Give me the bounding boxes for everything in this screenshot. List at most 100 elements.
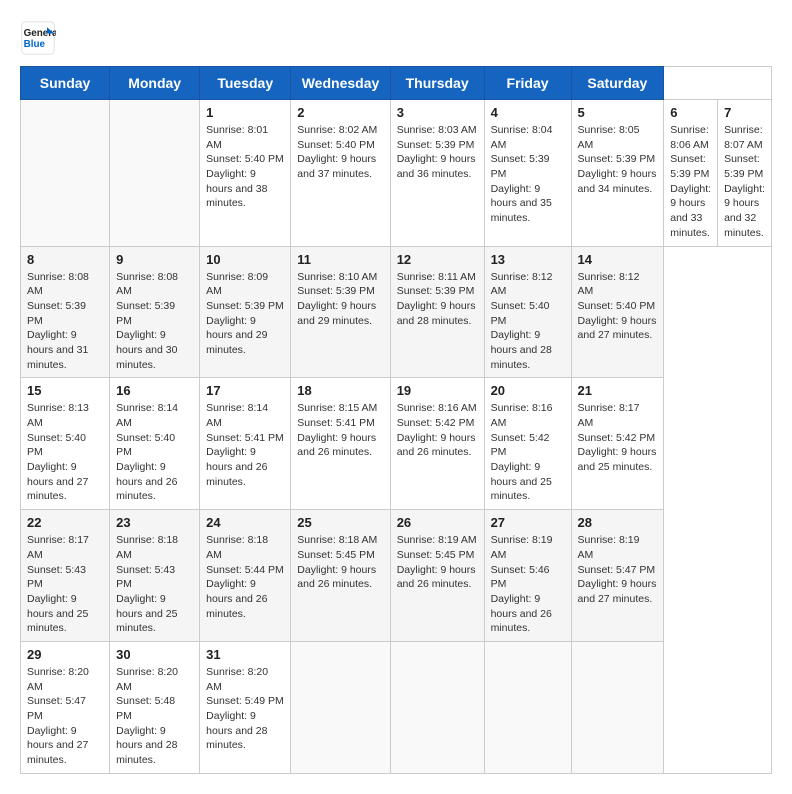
- day-number: 5: [578, 105, 658, 120]
- day-info: Sunrise: 8:14 AMSunset: 5:41 PMDaylight:…: [206, 401, 284, 489]
- calendar-day-cell: 13Sunrise: 8:12 AMSunset: 5:40 PMDayligh…: [484, 246, 571, 378]
- calendar-day-cell: 29 Sunrise: 8:20 AMSunset: 5:47 PMDayligh…: [21, 641, 110, 773]
- day-info: Sunrise: 8:19 AMSunset: 5:47 PMDaylight:…: [578, 533, 658, 606]
- weekday-header-cell: Tuesday: [200, 67, 291, 100]
- day-number: 7: [724, 105, 765, 120]
- calendar-day-cell: 18Sunrise: 8:15 AMSunset: 5:41 PMDayligh…: [291, 378, 390, 510]
- day-number: 8: [27, 252, 103, 267]
- calendar-day-cell: 5 Sunrise: 8:05 AMSunset: 5:39 PMDaylight…: [571, 100, 664, 247]
- day-number: 24: [206, 515, 284, 530]
- calendar-week-row: 22 Sunrise: 8:17 AMSunset: 5:43 PMDayligh…: [21, 510, 772, 642]
- day-number: 4: [491, 105, 565, 120]
- day-number: 16: [116, 383, 193, 398]
- day-info: Sunrise: 8:09 AMSunset: 5:39 PMDaylight:…: [206, 270, 284, 358]
- calendar-body: 1 Sunrise: 8:01 AMSunset: 5:40 PMDaylight…: [21, 100, 772, 774]
- day-info: Sunrise: 8:11 AMSunset: 5:39 PMDaylight:…: [397, 270, 478, 329]
- day-info: Sunrise: 8:08 AMSunset: 5:39 PMDaylight:…: [116, 270, 193, 373]
- day-info: Sunrise: 8:06 AMSunset: 5:39 PMDaylight:…: [670, 123, 711, 241]
- day-number: 21: [578, 383, 658, 398]
- calendar-day-cell: 25 Sunrise: 8:18 AMSunset: 5:45 PMDayligh…: [291, 510, 390, 642]
- day-number: 30: [116, 647, 193, 662]
- calendar-day-cell: 16 Sunrise: 8:14 AMSunset: 5:40 PMDayligh…: [110, 378, 200, 510]
- day-number: 11: [297, 252, 383, 267]
- logo: General Blue: [20, 20, 62, 56]
- day-number: 14: [578, 252, 658, 267]
- calendar-day-cell: 17 Sunrise: 8:14 AMSunset: 5:41 PMDayligh…: [200, 378, 291, 510]
- calendar-week-row: 29 Sunrise: 8:20 AMSunset: 5:47 PMDayligh…: [21, 641, 772, 773]
- day-info: Sunrise: 8:03 AMSunset: 5:39 PMDaylight:…: [397, 123, 478, 182]
- calendar-day-cell: 8 Sunrise: 8:08 AMSunset: 5:39 PMDaylight…: [21, 246, 110, 378]
- day-info: Sunrise: 8:19 AMSunset: 5:45 PMDaylight:…: [397, 533, 478, 592]
- day-info: Sunrise: 8:18 AMSunset: 5:45 PMDaylight:…: [297, 533, 383, 592]
- calendar-day-cell: 2 Sunrise: 8:02 AMSunset: 5:40 PMDaylight…: [291, 100, 390, 247]
- day-number: 3: [397, 105, 478, 120]
- day-number: 22: [27, 515, 103, 530]
- day-info: Sunrise: 8:15 AMSunset: 5:41 PMDaylight:…: [297, 401, 383, 460]
- day-number: 13: [491, 252, 565, 267]
- day-info: Sunrise: 8:05 AMSunset: 5:39 PMDaylight:…: [578, 123, 658, 196]
- day-info: Sunrise: 8:14 AMSunset: 5:40 PMDaylight:…: [116, 401, 193, 504]
- svg-text:General: General: [24, 28, 56, 39]
- weekday-header-row: SundayMondayTuesdayWednesdayThursdayFrid…: [21, 67, 772, 100]
- day-number: 12: [397, 252, 478, 267]
- day-info: Sunrise: 8:20 AMSunset: 5:47 PMDaylight:…: [27, 665, 103, 768]
- day-info: Sunrise: 8:19 AMSunset: 5:46 PMDaylight:…: [491, 533, 565, 636]
- calendar-week-row: 15 Sunrise: 8:13 AMSunset: 5:40 PMDayligh…: [21, 378, 772, 510]
- day-info: Sunrise: 8:17 AMSunset: 5:42 PMDaylight:…: [578, 401, 658, 474]
- calendar-day-cell: 30 Sunrise: 8:20 AMSunset: 5:48 PMDayligh…: [110, 641, 200, 773]
- weekday-header-cell: Friday: [484, 67, 571, 100]
- day-number: 29: [27, 647, 103, 662]
- calendar-day-cell: 31Sunrise: 8:20 AMSunset: 5:49 PMDayligh…: [200, 641, 291, 773]
- calendar-day-cell: 9 Sunrise: 8:08 AMSunset: 5:39 PMDaylight…: [110, 246, 200, 378]
- calendar-week-row: 1 Sunrise: 8:01 AMSunset: 5:40 PMDaylight…: [21, 100, 772, 247]
- day-info: Sunrise: 8:01 AMSunset: 5:40 PMDaylight:…: [206, 123, 284, 211]
- day-info: Sunrise: 8:16 AMSunset: 5:42 PMDaylight:…: [491, 401, 565, 504]
- calendar-table: SundayMondayTuesdayWednesdayThursdayFrid…: [20, 66, 772, 774]
- day-number: 6: [670, 105, 711, 120]
- day-info: Sunrise: 8:04 AMSunset: 5:39 PMDaylight:…: [491, 123, 565, 226]
- page-header: General Blue: [20, 20, 772, 56]
- calendar-day-cell: 7 Sunrise: 8:07 AMSunset: 5:39 PMDaylight…: [718, 100, 772, 247]
- weekday-header-cell: Saturday: [571, 67, 664, 100]
- calendar-week-row: 8 Sunrise: 8:08 AMSunset: 5:39 PMDaylight…: [21, 246, 772, 378]
- calendar-day-cell: 12 Sunrise: 8:11 AMSunset: 5:39 PMDayligh…: [390, 246, 484, 378]
- weekday-header-cell: Monday: [110, 67, 200, 100]
- day-number: 10: [206, 252, 284, 267]
- day-info: Sunrise: 8:02 AMSunset: 5:40 PMDaylight:…: [297, 123, 383, 182]
- calendar-day-cell: 23 Sunrise: 8:18 AMSunset: 5:43 PMDayligh…: [110, 510, 200, 642]
- day-info: Sunrise: 8:12 AMSunset: 5:40 PMDaylight:…: [578, 270, 658, 343]
- day-number: 28: [578, 515, 658, 530]
- day-info: Sunrise: 8:18 AMSunset: 5:43 PMDaylight:…: [116, 533, 193, 636]
- day-number: 27: [491, 515, 565, 530]
- calendar-day-cell: [390, 641, 484, 773]
- day-info: Sunrise: 8:18 AMSunset: 5:44 PMDaylight:…: [206, 533, 284, 621]
- calendar-day-cell: 28 Sunrise: 8:19 AMSunset: 5:47 PMDayligh…: [571, 510, 664, 642]
- day-number: 1: [206, 105, 284, 120]
- weekday-header-cell: Thursday: [390, 67, 484, 100]
- day-number: 2: [297, 105, 383, 120]
- day-number: 23: [116, 515, 193, 530]
- day-number: 31: [206, 647, 284, 662]
- calendar-day-cell: 4 Sunrise: 8:04 AMSunset: 5:39 PMDaylight…: [484, 100, 571, 247]
- day-info: Sunrise: 8:08 AMSunset: 5:39 PMDaylight:…: [27, 270, 103, 373]
- day-number: 25: [297, 515, 383, 530]
- day-number: 9: [116, 252, 193, 267]
- day-info: Sunrise: 8:13 AMSunset: 5:40 PMDaylight:…: [27, 401, 103, 504]
- day-info: Sunrise: 8:17 AMSunset: 5:43 PMDaylight:…: [27, 533, 103, 636]
- calendar-day-cell: [21, 100, 110, 247]
- weekday-header-cell: Sunday: [21, 67, 110, 100]
- calendar-day-cell: 10 Sunrise: 8:09 AMSunset: 5:39 PMDayligh…: [200, 246, 291, 378]
- day-number: 15: [27, 383, 103, 398]
- calendar-day-cell: 24 Sunrise: 8:18 AMSunset: 5:44 PMDayligh…: [200, 510, 291, 642]
- day-number: 19: [397, 383, 478, 398]
- day-info: Sunrise: 8:10 AMSunset: 5:39 PMDaylight:…: [297, 270, 383, 329]
- day-info: Sunrise: 8:07 AMSunset: 5:39 PMDaylight:…: [724, 123, 765, 241]
- calendar-day-cell: 27 Sunrise: 8:19 AMSunset: 5:46 PMDayligh…: [484, 510, 571, 642]
- calendar-day-cell: 19 Sunrise: 8:16 AMSunset: 5:42 PMDayligh…: [390, 378, 484, 510]
- calendar-day-cell: 21 Sunrise: 8:17 AMSunset: 5:42 PMDayligh…: [571, 378, 664, 510]
- day-info: Sunrise: 8:20 AMSunset: 5:48 PMDaylight:…: [116, 665, 193, 768]
- day-info: Sunrise: 8:16 AMSunset: 5:42 PMDaylight:…: [397, 401, 478, 460]
- day-number: 17: [206, 383, 284, 398]
- calendar-day-cell: 26Sunrise: 8:19 AMSunset: 5:45 PMDayligh…: [390, 510, 484, 642]
- calendar-day-cell: 22 Sunrise: 8:17 AMSunset: 5:43 PMDayligh…: [21, 510, 110, 642]
